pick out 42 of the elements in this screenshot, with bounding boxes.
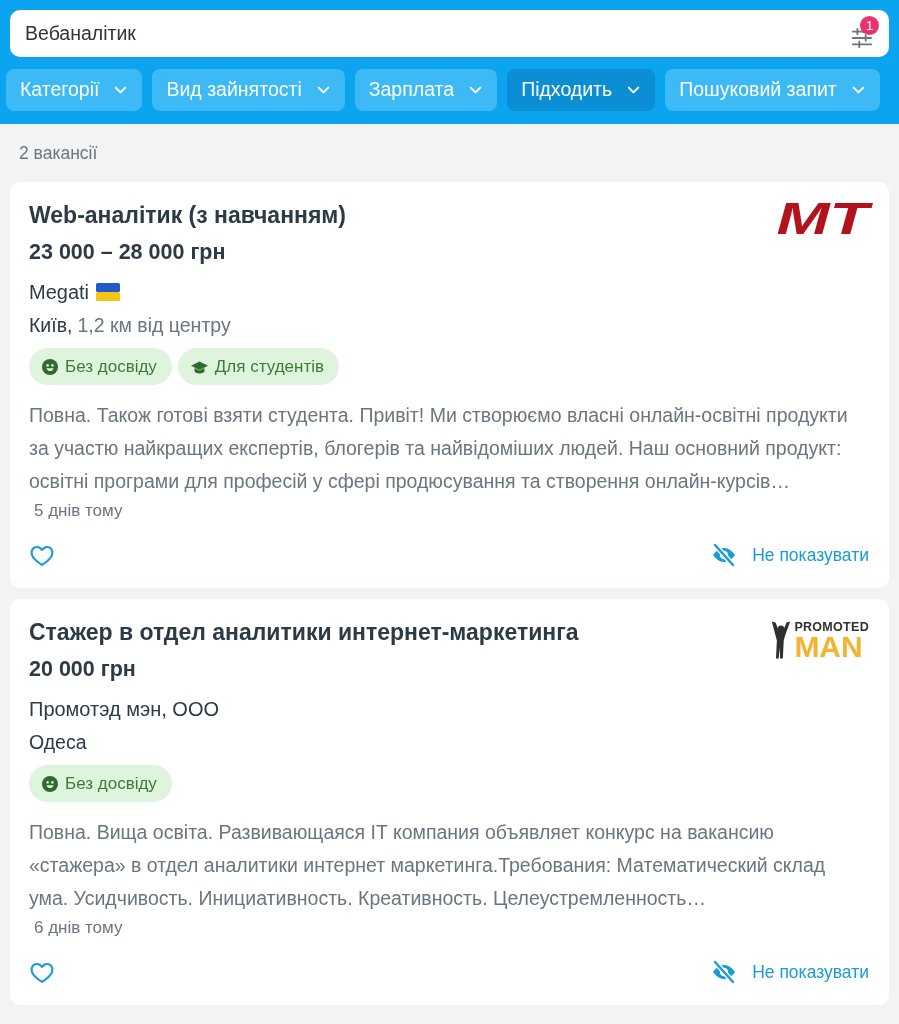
person-icon <box>770 620 793 660</box>
city-name: Київ, <box>29 313 73 338</box>
hide-button[interactable]: Не показувати <box>711 541 869 569</box>
tag-label: Для студентів <box>214 355 324 378</box>
chevron-down-icon <box>114 86 128 94</box>
hide-button[interactable]: Не показувати <box>711 958 869 986</box>
company-logo: PROMOTED <box>794 621 869 634</box>
graduation-cap-icon <box>190 359 208 374</box>
chevron-down-icon <box>627 86 641 94</box>
smiley-icon <box>42 775 58 792</box>
posted-date: 5 днів тому <box>33 500 124 522</box>
chevron-down-icon <box>316 86 330 94</box>
vacancy-description: Повна. Вища освіта. Развивающаяся IT компания объявляет конкурс на вакансию «стажера» в отдел аналитики интернет маркетинга.Требования: Математический склад ума. Усидчивость. Инициативность. Креативность. Целеустремленность… <box>29 820 827 911</box>
tag-label: Без досвіду <box>65 772 157 795</box>
filter-chip[interactable]: Вид зайнятості <box>152 69 345 111</box>
filter-chip[interactable]: Пошуковий запит <box>665 69 880 111</box>
filter-chip[interactable]: Категорії <box>6 69 143 111</box>
search-field[interactable]: Вебаналітик 1 <box>10 10 889 57</box>
heart-icon[interactable] <box>29 960 55 984</box>
results-count: 2 вакансії <box>19 143 99 163</box>
vacancy-description: Повна. Також готові взяти студента. Привіт! Ми створюємо власні онлайн-освітні продукти за участю найкращих експертів, блогерів та найвідоміших людей. Наш основний продукт: освітні програми для професій у сфері продюсування та створення онлайн-курсів… <box>29 403 849 494</box>
chevron-down-icon <box>469 86 483 94</box>
chevron-down-icon <box>851 86 865 94</box>
salary: 20 000 грн <box>29 656 137 683</box>
company-logo: MAN <box>794 634 863 659</box>
company-name: Megati <box>29 280 90 305</box>
city-name: Одеса <box>29 730 87 755</box>
vacancy-title[interactable]: Web-аналітик (з навчанням) <box>29 200 347 230</box>
heart-icon[interactable] <box>29 543 55 567</box>
posted-date: 6 днів тому <box>33 917 124 939</box>
filter-button[interactable]: 1 <box>845 15 879 52</box>
salary: 23 000 – 28 000 грн <box>29 239 227 266</box>
smiley-icon <box>42 358 58 375</box>
filter-chip[interactable]: Підходить <box>507 69 656 111</box>
eye-slash-icon <box>711 960 738 984</box>
filter-chip[interactable]: Зарплата <box>354 69 498 111</box>
company-name: Промотэд мэн, ООО <box>29 697 219 722</box>
count-badge: 1 <box>860 15 879 35</box>
vacancy-title[interactable]: Стажер в отдел аналитики интернет-маркетинга <box>29 617 579 647</box>
tag-label: Без досвіду <box>65 355 157 378</box>
eye-slash-icon <box>711 543 738 567</box>
distance-text: 1,2 км від центру <box>77 313 231 338</box>
